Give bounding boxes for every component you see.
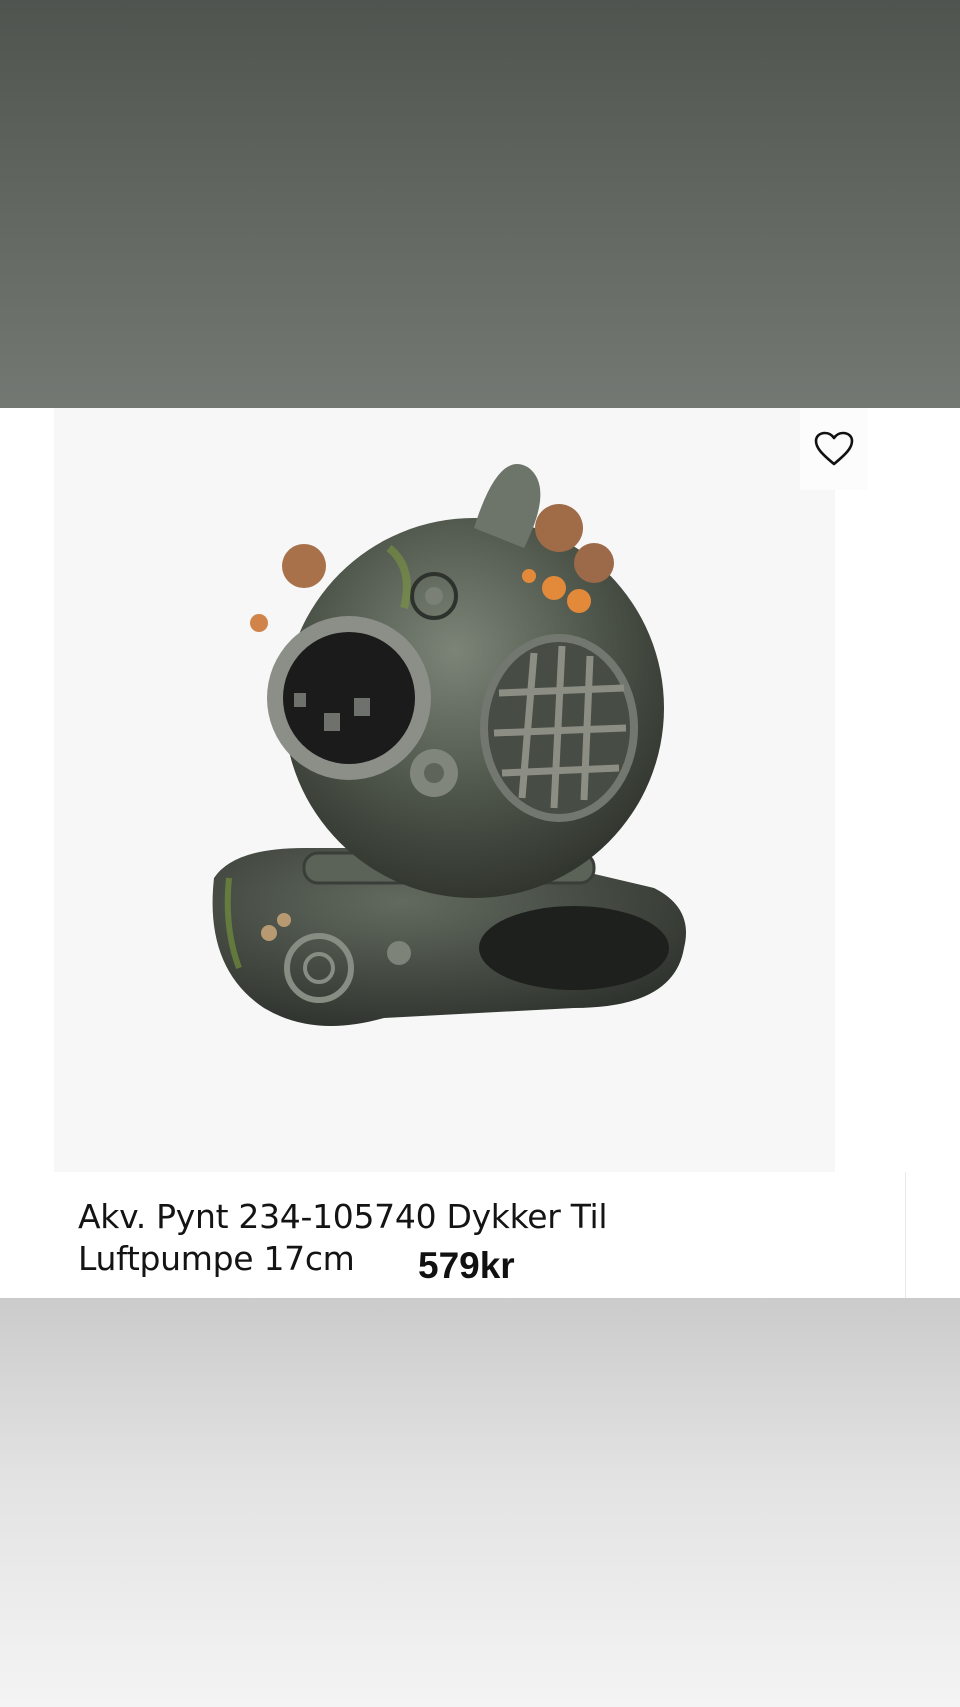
top-dim-overlay <box>0 0 960 408</box>
product-image[interactable] <box>54 408 835 1172</box>
heart-outline-icon <box>814 431 854 466</box>
favorite-button[interactable] <box>800 408 868 490</box>
product-info: Akv. Pynt 234-105740 Dykker Til Luftpump… <box>54 1172 906 1298</box>
product-title[interactable]: Akv. Pynt 234-105740 Dykker Til Luftpump… <box>78 1196 698 1280</box>
product-card[interactable]: Akv. Pynt 234-105740 Dykker Til Luftpump… <box>0 408 960 1298</box>
bottom-dim-overlay <box>0 1298 960 1707</box>
product-price: 579kr <box>408 1240 525 1296</box>
diving-helmet-image <box>212 464 687 1026</box>
